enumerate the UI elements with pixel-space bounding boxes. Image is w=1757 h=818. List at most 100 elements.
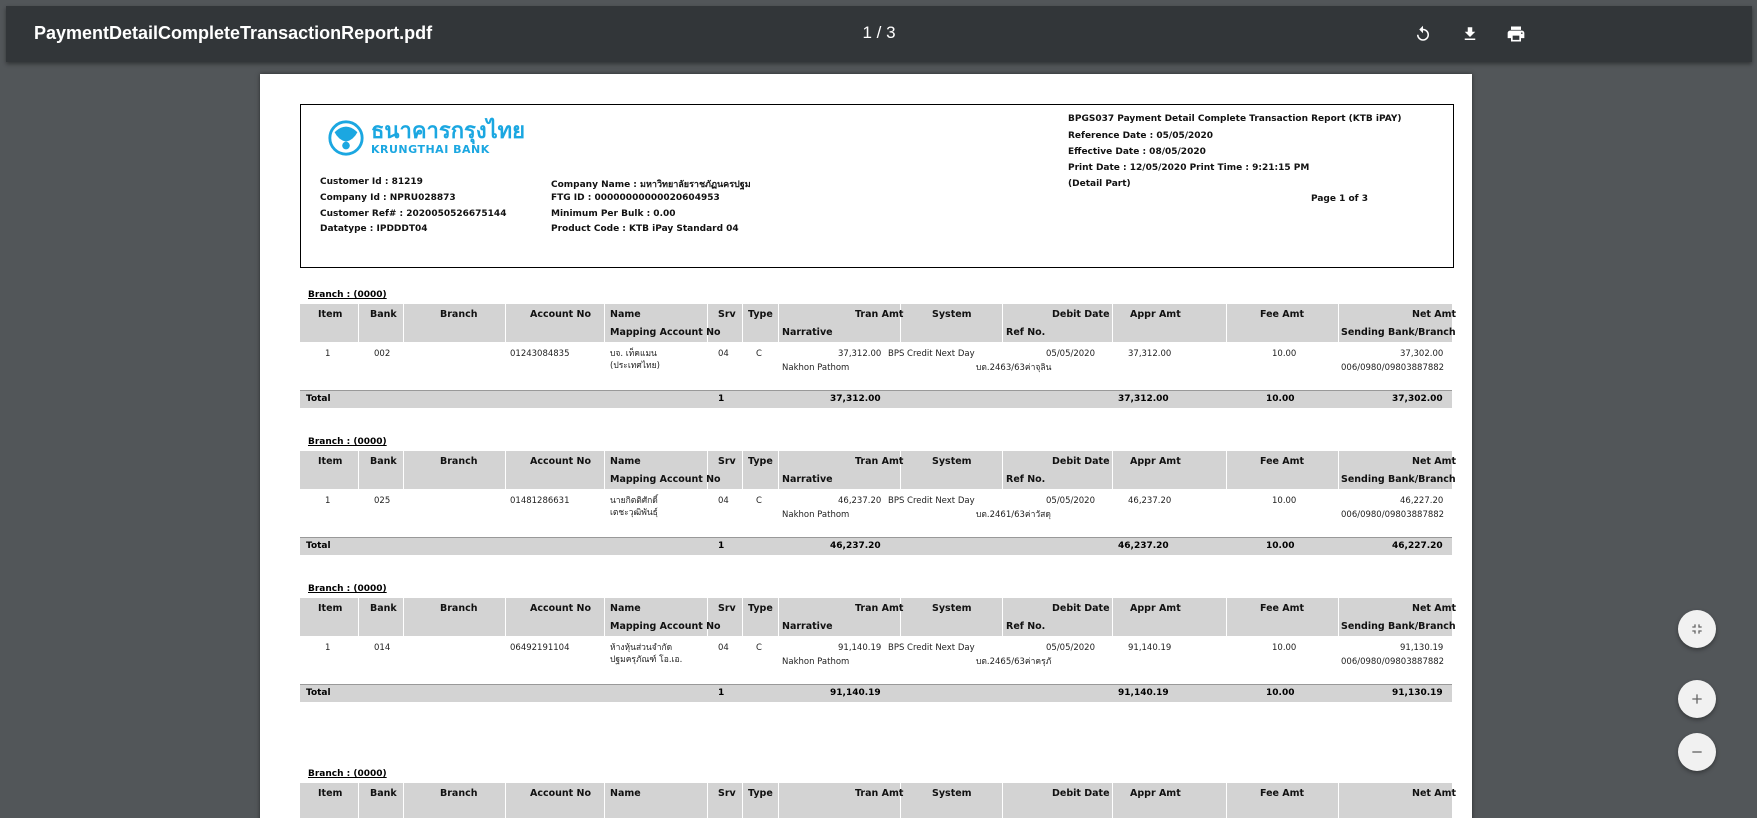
cell-account-no: 01243084835 [510,349,570,359]
download-icon [1464,27,1476,40]
zoom-out-button[interactable] [1678,733,1716,771]
total-fee-amt: 10.00 [1266,688,1295,698]
cell-bank: 014 [374,643,391,653]
cell-net-amt: 46,227.20 [1400,496,1444,506]
bank-logo-icon [328,120,364,156]
cell-tran-amt: 91,140.19 [838,643,882,653]
col-ref-no: Ref No. [1006,621,1046,632]
col-srv: Srv [718,788,736,799]
report-header: ธนาคารกรุงไทย KRUNGTHAI BANK Customer Id… [300,104,1454,268]
fit-page-button[interactable] [1678,610,1716,648]
cell-debit-date: 05/05/2020 [1046,643,1095,653]
col-name: Name [610,603,641,614]
logo-thai-text: ธนาคารกรุงไทย [371,118,526,144]
rotate-icon [1417,25,1429,41]
branch-label: Branch : (0000) [308,769,387,779]
col-bank: Bank [370,603,397,614]
col-fee-amt: Fee Amt [1260,309,1305,320]
col-branch: Branch [440,788,478,799]
table-header: Item Bank Branch Account No Name Mapping… [300,598,1456,636]
total-fee-amt: 10.00 [1266,541,1295,551]
cell-type: C [756,496,762,506]
col-sending-bank: Sending Bank/Branch [1341,621,1456,632]
cell-type: C [756,349,762,359]
cell-sending-bank: 006/0980/09803887882 [1341,510,1445,520]
col-appr-amt: Appr Amt [1130,788,1181,799]
cell-type: C [756,643,762,653]
customer-id: Customer Id : 81219 [320,177,423,187]
total-row: Total 1 91,140.19 91,140.19 10.00 91,130… [300,684,1452,702]
col-item: Item [318,309,343,320]
col-item: Item [318,603,343,614]
col-type: Type [748,788,773,799]
cell-net-amt: 91,130.19 [1400,643,1444,653]
col-system: System [932,603,972,614]
report-part: (Detail Part) [1068,179,1131,189]
rotate-button[interactable] [1409,20,1437,48]
pdf-toolbar: PaymentDetailCompleteTransactionReport.p… [6,6,1752,62]
download-button[interactable] [1456,20,1484,48]
col-name: Name [610,309,641,320]
col-debit-date: Debit Date [1052,309,1110,320]
col-srv: Srv [718,456,736,467]
col-bank: Bank [370,456,397,467]
col-name: Name [610,788,641,799]
table-header: Item Bank Branch Account No Name Mapping… [300,304,1456,342]
cell-name-line2: เตชะวุฒิพันธุ์ [610,508,658,518]
cell-ref-no: บต.2461/63ค่าวัสดุ [976,510,1051,520]
branch-label: Branch : (0000) [308,437,387,447]
total-tran-amt: 91,140.19 [830,688,881,698]
col-branch: Branch [440,603,478,614]
cell-tran-amt: 37,312.00 [838,349,882,359]
total-tran-amt: 37,312.00 [830,394,881,404]
total-count: 1 [718,541,725,551]
cell-system: BPS Credit Next Day [888,349,975,359]
total-fee-amt: 10.00 [1266,394,1295,404]
logo-english-text: KRUNGTHAI BANK [371,142,490,156]
cell-net-amt: 37,302.00 [1400,349,1444,359]
col-net-amt: Net Amt [1412,603,1457,614]
total-label: Total [306,394,331,404]
total-label: Total [306,688,331,698]
cell-ref-no: บต.2465/63ค่าครุภั [976,657,1052,667]
branch-section: Branch : (0000) Item Bank Branch Account… [300,769,1456,818]
table-header: Item Bank Branch Account No Name Mapping… [300,451,1456,489]
pdf-page: ธนาคารกรุงไทย KRUNGTHAI BANK Customer Id… [260,74,1472,818]
col-narrative: Narrative [782,327,833,338]
cell-srv: 04 [718,349,729,359]
print-button[interactable] [1502,20,1530,48]
cell-fee-amt: 10.00 [1272,349,1297,359]
col-net-amt: Net Amt [1412,788,1457,799]
zoom-in-button[interactable] [1678,680,1716,718]
fit-page-icon [1692,624,1702,634]
total-row: Total 1 37,312.00 37,312.00 10.00 37,302… [300,390,1452,408]
pdf-viewer[interactable]: ธนาคารกรุงไทย KRUNGTHAI BANK Customer Id… [6,62,1752,818]
col-type: Type [748,309,773,320]
total-count: 1 [718,394,725,404]
cell-srv: 04 [718,496,729,506]
cell-tran-amt: 46,237.20 [838,496,882,506]
print-date: Print Date : 12/05/2020 Print Time : 9:2… [1068,163,1310,173]
col-tran-amt: Tran Amt [855,788,904,799]
col-ref-no: Ref No. [1006,474,1046,485]
col-system: System [932,788,972,799]
datatype: Datatype : IPDDDT04 [320,224,428,234]
cell-item: 1 [325,349,331,359]
col-net-amt: Net Amt [1412,456,1457,467]
col-type: Type [748,456,773,467]
col-bank: Bank [370,788,397,799]
col-branch: Branch [440,456,478,467]
scrollbar[interactable] [1745,62,1751,818]
col-ref-no: Ref No. [1006,327,1046,338]
col-type: Type [748,603,773,614]
col-tran-amt: Tran Amt [855,456,904,467]
page-info: Page 1 of 3 [1311,194,1368,204]
col-item: Item [318,456,343,467]
col-mapping: Mapping Account No [610,327,721,338]
cell-sending-bank: 006/0980/09803887882 [1341,657,1445,667]
customer-ref: Customer Ref# : 2020050526675144 [320,209,507,219]
cell-item: 1 [325,496,331,506]
col-srv: Srv [718,309,736,320]
branch-section: Branch : (0000) Item Bank Branch Account… [300,584,1456,724]
col-name: Name [610,456,641,467]
